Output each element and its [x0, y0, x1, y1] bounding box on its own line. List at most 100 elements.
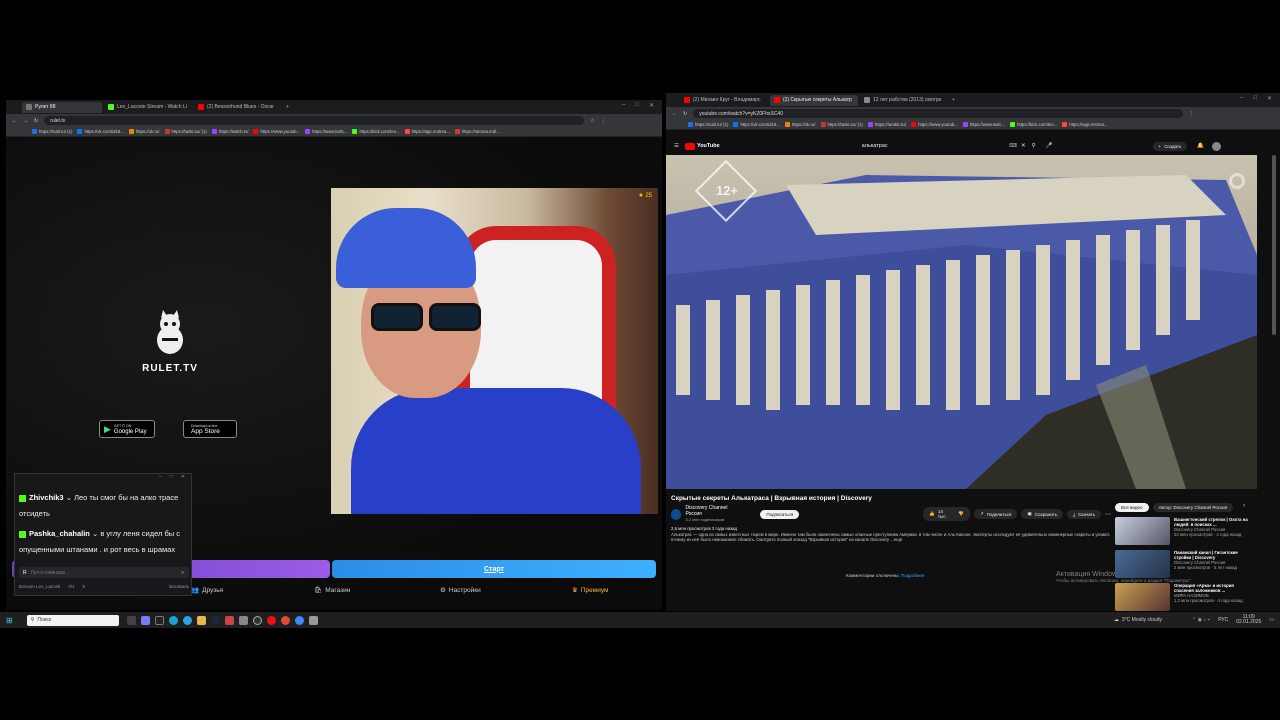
- related-thumbnail[interactable]: [1115, 517, 1170, 545]
- close-icon[interactable]: ✕: [649, 102, 654, 109]
- minimize-icon[interactable]: –: [159, 474, 162, 484]
- minimize-icon[interactable]: –: [622, 102, 625, 109]
- notification-icon[interactable]: ▭: [1269, 617, 1274, 623]
- reload-icon[interactable]: ↻: [683, 111, 687, 117]
- bookmark[interactable]: https://mail.ru/ (1): [688, 122, 728, 127]
- steam-icon[interactable]: [210, 615, 220, 625]
- create-button[interactable]: + Создать: [1152, 141, 1188, 151]
- minimize-icon[interactable]: –: [1240, 95, 1243, 102]
- share-button[interactable]: ↗ Поделиться: [973, 509, 1018, 519]
- related-video[interactable]: Вашингтонский стрелок | Охота на людей: …: [1115, 517, 1255, 545]
- app-icon[interactable]: [308, 615, 318, 625]
- mic-icon[interactable]: 🎤: [1046, 143, 1053, 149]
- new-tab-icon[interactable]: +: [952, 97, 955, 103]
- subscribe-button[interactable]: Подписаться: [760, 509, 800, 519]
- reload-icon[interactable]: ↻: [34, 118, 38, 124]
- menu-icon[interactable]: ⋮: [1189, 111, 1194, 117]
- description-box[interactable]: 2,6 млн просмотров 3 года назад Алькатра…: [671, 526, 1111, 556]
- app-icon[interactable]: [238, 615, 248, 625]
- send-icon[interactable]: ➤: [181, 570, 185, 576]
- avatar[interactable]: [1212, 141, 1222, 151]
- left-tab-1[interactable]: Рулет 88: [22, 101, 102, 113]
- maximize-icon[interactable]: □: [635, 102, 639, 109]
- forward-icon[interactable]: →: [23, 118, 28, 124]
- chat-input[interactable]: R Луч к главнаде... ➤: [19, 567, 189, 578]
- clear-icon[interactable]: ✕: [1021, 143, 1026, 149]
- bookmark[interactable]: https://www.twitc...: [962, 122, 1005, 127]
- download-button[interactable]: ⤓ Скачать: [1067, 509, 1101, 519]
- opera-icon[interactable]: [266, 615, 276, 625]
- bookmark[interactable]: https://www.youtub...: [911, 122, 958, 127]
- bookmark[interactable]: https://lurakk.su/: [867, 122, 906, 127]
- search-input[interactable]: алькатрас ⌨ ✕: [856, 141, 1026, 152]
- maximize-icon[interactable]: □: [1253, 95, 1257, 102]
- task-view-icon[interactable]: [126, 615, 136, 625]
- channel-name[interactable]: Discovery Channel Россия: [685, 505, 742, 517]
- video-player[interactable]: 12+: [666, 155, 1257, 489]
- back-icon[interactable]: ←: [672, 111, 677, 117]
- related-video[interactable]: Операция «Арка» и история спасения залож…: [1115, 583, 1255, 611]
- start-button[interactable]: Старт: [332, 560, 656, 578]
- right-tab-2[interactable]: (2) Скрытые секреты Алькатр: [770, 94, 858, 106]
- nav-settings[interactable]: ⚙ Настройки: [440, 586, 481, 595]
- edge-icon[interactable]: [168, 615, 178, 625]
- right-tab-3[interactable]: 12 лет рабства (2013) смотре: [860, 95, 948, 106]
- close-icon[interactable]: ✕: [1267, 95, 1272, 102]
- chat-username[interactable]: Zhivchik3: [29, 493, 64, 502]
- bookmark[interactable]: https://twitch.tv/: [211, 129, 248, 134]
- taskbar-search-input[interactable]: ⚲ Поиск: [26, 614, 119, 626]
- maximize-icon[interactable]: □: [170, 474, 173, 484]
- app-store-badge[interactable]: Download on the App Store: [183, 420, 237, 438]
- chevron-right-icon[interactable]: ›: [1243, 503, 1245, 512]
- youtube-logo-icon[interactable]: [684, 142, 695, 150]
- save-button[interactable]: ▣ Сохранить: [1021, 509, 1064, 519]
- nav-premium[interactable]: ♛ Премиум: [572, 586, 608, 595]
- bookmark[interactable]: https://app.restrea...: [404, 129, 450, 134]
- chat-username[interactable]: Pashka_chahalin: [29, 529, 90, 538]
- nav-friends[interactable]: 👥 Друзья: [191, 586, 223, 595]
- widgets-icon[interactable]: [140, 615, 150, 625]
- windows-start-icon[interactable]: ⊞: [6, 616, 13, 625]
- channel-avatar[interactable]: [671, 508, 682, 520]
- hamburger-icon[interactable]: ☰: [674, 143, 679, 149]
- notifications-icon[interactable]: 🔔: [1197, 143, 1204, 149]
- more-icon[interactable]: ⋯: [1105, 511, 1111, 518]
- telegram-icon[interactable]: [182, 615, 192, 625]
- keyboard-icon[interactable]: ⌨: [1009, 143, 1017, 149]
- tray-icons[interactable]: ⌃ ◉ ♪ ⌁: [1192, 617, 1210, 623]
- menu-icon[interactable]: ⋮: [601, 118, 606, 124]
- bookmark[interactable]: https://www.twitc...: [305, 129, 347, 134]
- bookmark[interactable]: https://ok.ru/: [784, 122, 816, 127]
- clock[interactable]: 11:09 02.01.2025: [1236, 615, 1261, 625]
- right-tab-1[interactable]: (2) Михаил Круг - Владимирс: [680, 95, 768, 106]
- bookmark[interactable]: https://mail.ru/ (1): [32, 129, 72, 134]
- youtube-logo-text[interactable]: YouTube: [697, 143, 720, 149]
- weather-widget[interactable]: ☁ 3°C Mostly cloudy: [1114, 617, 1162, 623]
- filter-all[interactable]: Все видео: [1115, 503, 1149, 512]
- chrome-icon[interactable]: [294, 615, 304, 625]
- close-icon[interactable]: ✕: [181, 474, 185, 484]
- bookmark[interactable]: https://vk.com/id18...: [77, 129, 124, 134]
- new-tab-icon[interactable]: +: [286, 104, 289, 110]
- comments-learn-more-link[interactable]: Подробнее: [901, 573, 924, 578]
- like-button[interactable]: 👍 14 тыс. 👎: [923, 507, 970, 521]
- related-thumbnail[interactable]: [1115, 550, 1170, 578]
- related-video[interactable]: Панамский канал | Гигантские стройки | D…: [1115, 550, 1255, 578]
- chrome-icon[interactable]: [280, 615, 290, 625]
- bookmark[interactable]: https://kick.com/leo...: [352, 129, 400, 134]
- filter-author[interactable]: Автор: Discovery Channel Россия: [1152, 503, 1234, 512]
- scrollbar[interactable]: [1272, 155, 1276, 335]
- bookmark[interactable]: https://www.youtub...: [253, 129, 300, 134]
- left-tab-2[interactable]: Leo_Lacoste Stream - Watch Li: [104, 102, 192, 113]
- bookmark[interactable]: https://tanki.su/ (1): [820, 122, 863, 127]
- bookmark[interactable]: https://ok.ru/: [128, 129, 160, 134]
- bookmark[interactable]: https://app.restrea...: [1062, 122, 1108, 127]
- google-play-badge[interactable]: ▶ GET IT ON Google Play: [99, 420, 155, 438]
- bookmark[interactable]: https://stmrea.md/...: [454, 129, 500, 134]
- search-icon[interactable]: ⚲: [1032, 143, 1036, 149]
- nav-shop[interactable]: 🛍 Магазин: [314, 586, 350, 595]
- chat-footer-button[interactable]: Восхваль: [169, 584, 189, 589]
- thumbs-down-icon[interactable]: 👎: [958, 511, 964, 517]
- url-field[interactable]: rulet.tv: [44, 116, 585, 125]
- star-icon[interactable]: ☆: [590, 118, 594, 124]
